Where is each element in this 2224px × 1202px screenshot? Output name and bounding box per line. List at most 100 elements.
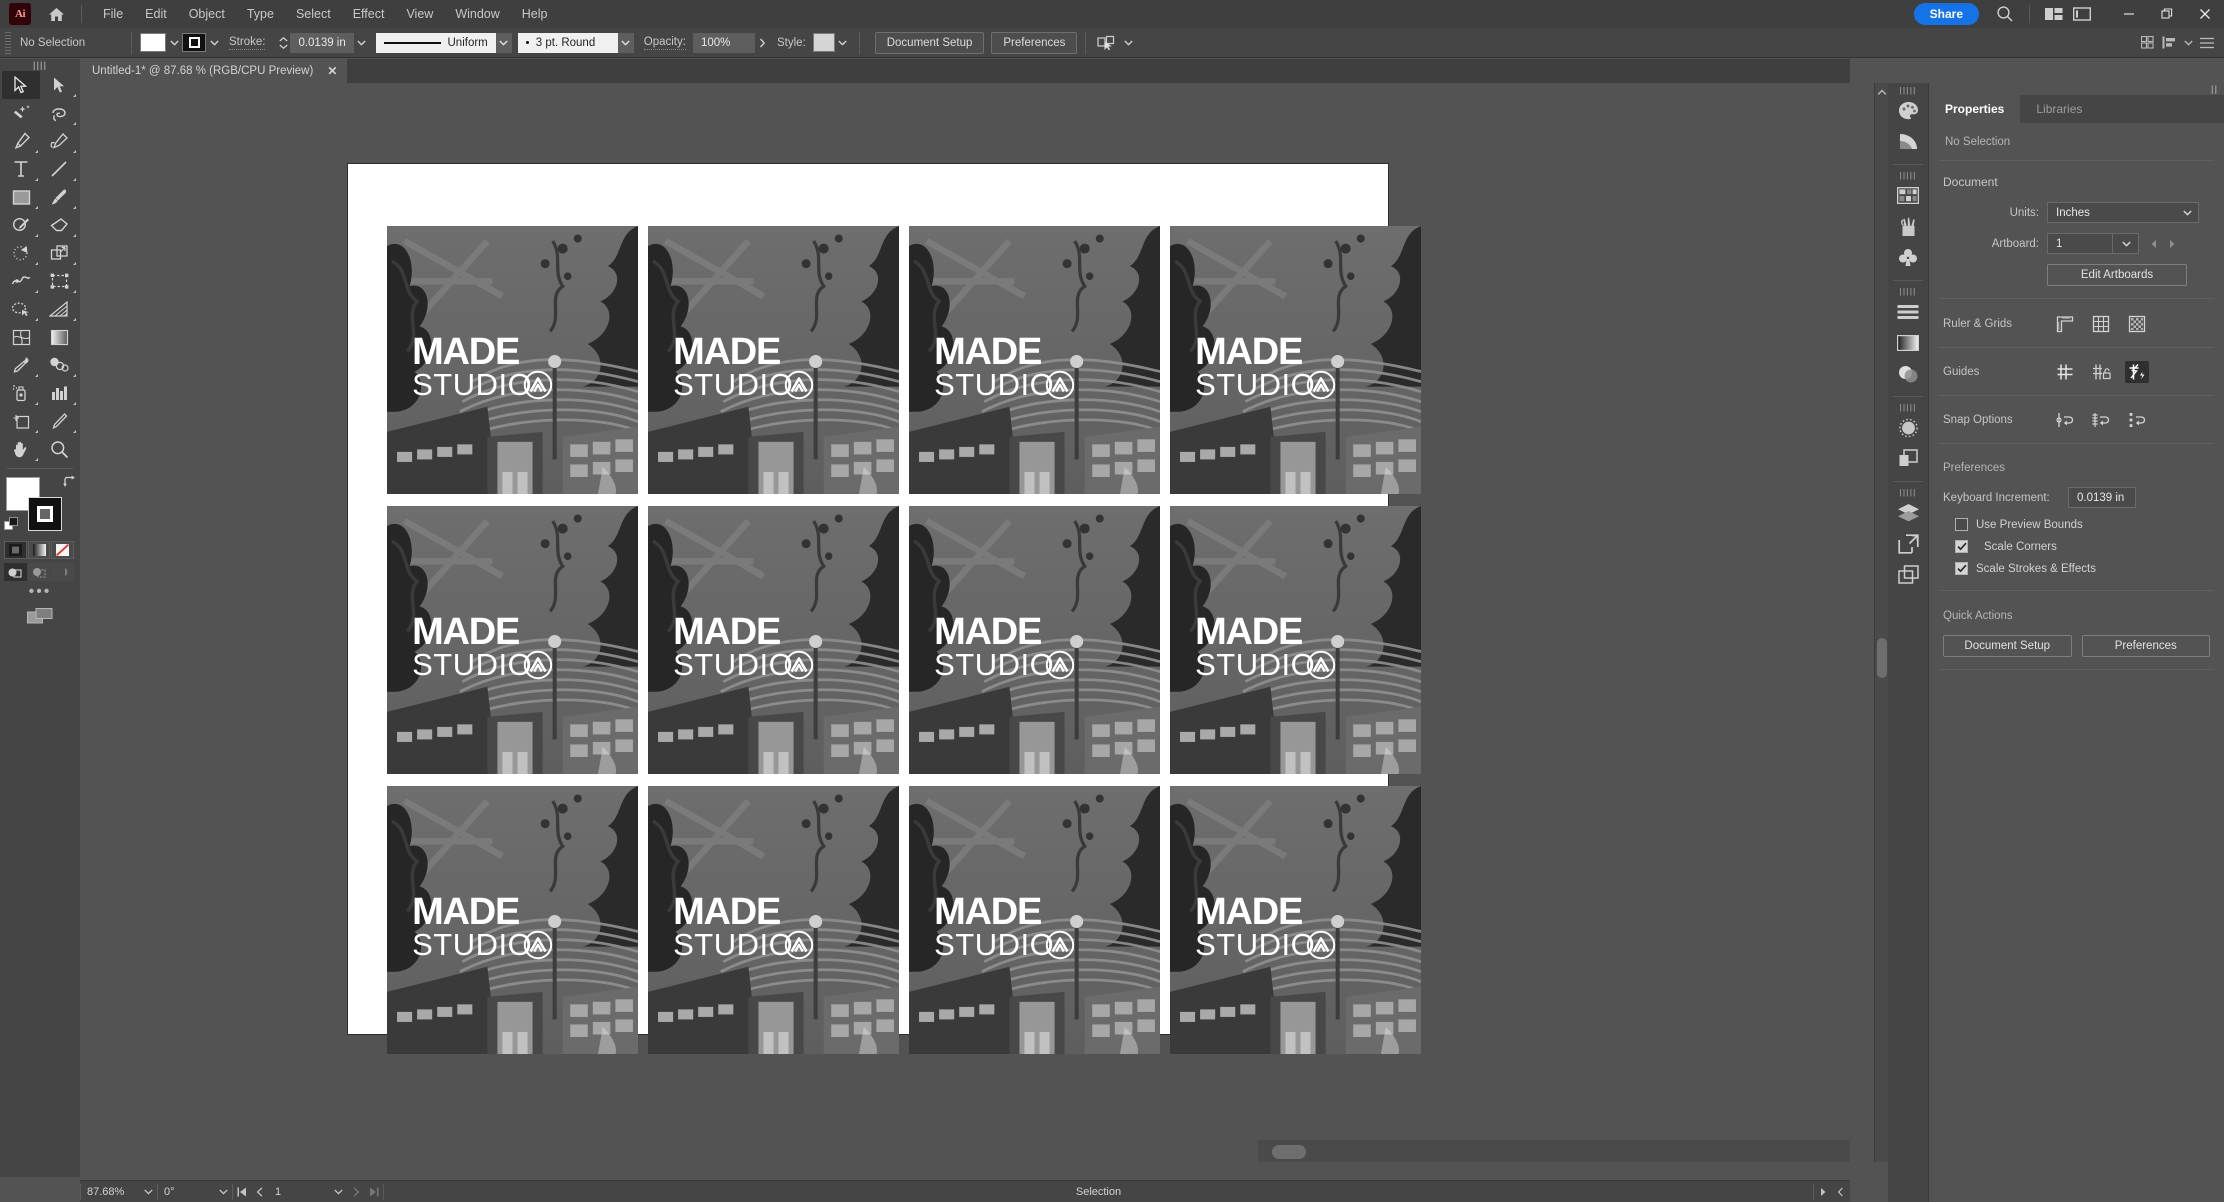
dock-grip-4[interactable]: ||||| xyxy=(1888,402,1928,412)
edit-artboards-button[interactable]: Edit Artboards xyxy=(2047,264,2187,286)
align-chevron-down-icon[interactable] xyxy=(2180,33,2196,52)
artwork-tile[interactable]: MADE STUDIO xyxy=(648,506,899,774)
tab-properties[interactable]: Properties xyxy=(1929,95,2020,123)
eraser-tool[interactable] xyxy=(40,211,78,239)
artwork-tile[interactable]: MADE STUDIO xyxy=(909,786,1160,1054)
stroke-label[interactable]: Stroke: xyxy=(229,36,265,50)
align-panel-icon[interactable] xyxy=(1888,296,1928,327)
gradient-panel-icon[interactable] xyxy=(1888,327,1928,358)
show-grid-icon[interactable] xyxy=(2089,313,2113,335)
type-tool[interactable] xyxy=(2,155,40,183)
blend-tool[interactable] xyxy=(40,351,78,379)
draw-inside-button[interactable] xyxy=(51,563,74,581)
stroke-color-box[interactable] xyxy=(28,497,62,531)
artwork-tile[interactable]: MADE STUDIO xyxy=(1170,226,1421,494)
panel-collapse-icon[interactable]: || xyxy=(1929,83,2224,95)
symbols-panel-icon[interactable] xyxy=(1888,242,1928,273)
last-artboard-icon[interactable] xyxy=(365,1181,383,1202)
artwork-tile[interactable]: MADE STUDIO xyxy=(648,786,899,1054)
draw-behind-button[interactable] xyxy=(28,563,51,581)
rotation-field[interactable]: 0° xyxy=(158,1181,214,1202)
status-collapse-icon[interactable] xyxy=(1832,1181,1850,1202)
first-artboard-icon[interactable] xyxy=(233,1181,251,1202)
brush-definition-select[interactable]: 3 pt. Round xyxy=(518,33,618,53)
fill-dropdown-chevron-down-icon[interactable] xyxy=(166,33,182,52)
select-similar-options-icon[interactable] xyxy=(1094,33,1120,52)
default-fill-stroke-icon[interactable] xyxy=(4,517,19,537)
stroke-width-chevron-down-icon[interactable] xyxy=(354,33,370,52)
layers-panel-icon[interactable] xyxy=(1888,497,1928,528)
magic-wand-tool[interactable] xyxy=(2,99,40,127)
asset-export-icon[interactable] xyxy=(1888,559,1928,590)
menu-window[interactable]: Window xyxy=(444,2,510,26)
search-icon[interactable] xyxy=(1991,0,2019,28)
toolbar-grip[interactable]: |||| xyxy=(0,59,80,71)
snap-to-point-icon[interactable] xyxy=(2053,409,2077,431)
appearance-panel-icon[interactable] xyxy=(1888,412,1928,443)
preferences-button[interactable]: Preferences xyxy=(991,32,1077,54)
artwork-tile[interactable]: MADE STUDIO xyxy=(1170,506,1421,774)
scale-corners-row[interactable]: Scale Corners xyxy=(1943,540,2210,553)
stroke-profile-select[interactable]: Uniform xyxy=(376,33,496,53)
use-preview-bounds-row[interactable]: Use Preview Bounds xyxy=(1943,518,2210,531)
column-graph-tool[interactable] xyxy=(40,379,78,407)
artboard-chevron-down-icon[interactable] xyxy=(2113,233,2139,254)
pathfinder-panel-icon[interactable] xyxy=(1888,443,1928,474)
units-select[interactable]: Inches xyxy=(2047,202,2199,223)
shaper-tool[interactable] xyxy=(2,211,40,239)
align-panel-icon[interactable] xyxy=(2158,33,2180,52)
rectangle-tool[interactable] xyxy=(2,183,40,211)
color-guide-icon[interactable] xyxy=(1888,126,1928,157)
document-setup-button[interactable]: Document Setup xyxy=(875,32,985,54)
lock-guides-icon[interactable] xyxy=(2089,361,2113,383)
menu-edit[interactable]: Edit xyxy=(134,2,178,26)
slice-tool[interactable] xyxy=(40,407,78,435)
artboard-tool[interactable] xyxy=(2,407,40,435)
artboard-chevron-down-icon[interactable] xyxy=(329,1181,347,1202)
artboards-panel-icon[interactable] xyxy=(1888,528,1928,559)
menu-select[interactable]: Select xyxy=(285,2,342,26)
home-icon[interactable] xyxy=(41,1,71,27)
transparency-panel-icon[interactable] xyxy=(1888,358,1928,389)
brushes-panel-icon[interactable] xyxy=(1888,211,1928,242)
style-chevron-down-icon[interactable] xyxy=(835,33,851,52)
use-preview-bounds-checkbox[interactable] xyxy=(1955,518,1968,531)
swatches-panel-icon[interactable] xyxy=(1888,180,1928,211)
next-artboard-icon[interactable] xyxy=(347,1181,365,1202)
gradient-mode-button[interactable] xyxy=(28,541,51,559)
workspace-switcher-icon[interactable] xyxy=(2068,0,2096,28)
artboard-number-field[interactable]: 1 xyxy=(269,1181,329,1202)
width-tool[interactable] xyxy=(2,267,40,295)
canvas-area[interactable]: MADE STUDIO xyxy=(80,83,1850,1162)
swap-fill-stroke-icon[interactable] xyxy=(63,475,76,493)
artwork-tile[interactable]: MADE STUDIO xyxy=(387,506,638,774)
free-transform-tool[interactable] xyxy=(40,267,78,295)
artwork-tile[interactable]: MADE STUDIO xyxy=(387,226,638,494)
status-expand-icon[interactable] xyxy=(1814,1181,1832,1202)
close-icon[interactable]: ✕ xyxy=(327,64,337,78)
menu-type[interactable]: Type xyxy=(236,2,285,26)
none-mode-button[interactable] xyxy=(51,541,74,559)
tab-libraries[interactable]: Libraries xyxy=(2020,95,2098,123)
restore-button[interactable] xyxy=(2148,0,2186,28)
document-tab[interactable]: Untitled-1* @ 87.68 % (RGB/CPU Preview) … xyxy=(80,59,347,83)
eyedropper-tool[interactable] xyxy=(2,351,40,379)
symbol-sprayer-tool[interactable] xyxy=(2,379,40,407)
select-similar-chevron-down-icon[interactable] xyxy=(1120,33,1136,52)
artwork-tile[interactable]: MADE STUDIO xyxy=(909,506,1160,774)
scroll-up-icon[interactable] xyxy=(1875,85,1889,99)
lasso-tool[interactable] xyxy=(40,99,78,127)
artboard-1[interactable]: MADE STUDIO xyxy=(348,164,1388,1034)
shape-builder-tool[interactable] xyxy=(2,295,40,323)
gradient-tool[interactable] xyxy=(40,323,78,351)
scale-strokes-effects-checkbox[interactable] xyxy=(1955,562,1968,575)
control-bar-grip[interactable] xyxy=(3,32,13,54)
share-button[interactable]: Share xyxy=(1914,3,1979,25)
quick-preferences-button[interactable]: Preferences xyxy=(2082,635,2211,657)
show-transparency-grid-icon[interactable] xyxy=(2125,313,2149,335)
dock-grip-3[interactable]: ||||| xyxy=(1888,286,1928,296)
keyboard-increment-input[interactable]: 0.0139 in xyxy=(2068,487,2136,508)
minimize-button[interactable] xyxy=(2110,0,2148,28)
show-guides-icon[interactable] xyxy=(2053,361,2077,383)
pen-tool[interactable] xyxy=(2,127,40,155)
